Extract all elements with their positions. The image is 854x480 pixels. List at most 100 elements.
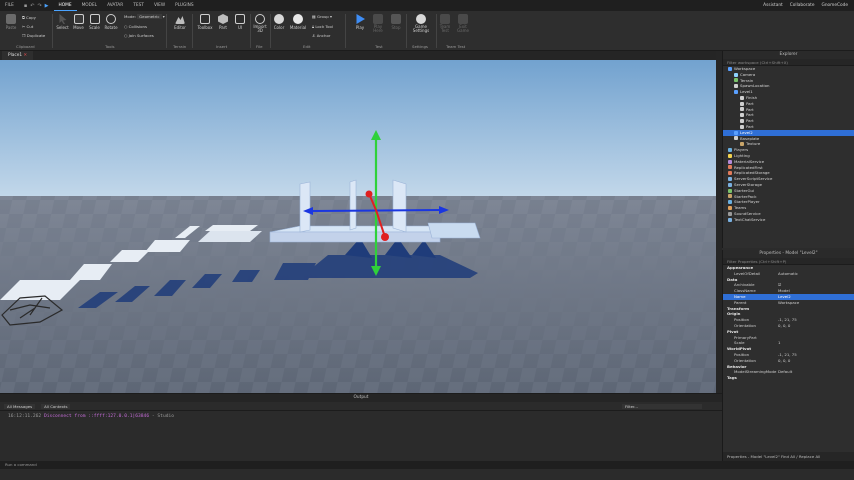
paste-button[interactable]: Paste — [3, 14, 19, 30]
collaborate-button[interactable]: Collaborate — [790, 3, 815, 8]
ribbon-separator — [406, 14, 407, 48]
3d-viewport[interactable] — [0, 60, 720, 393]
tab-model[interactable]: MODEL — [77, 0, 103, 11]
instance-icon — [728, 217, 732, 222]
chevron-down-icon: ▾ — [330, 14, 332, 19]
tab-plugins[interactable]: PLUGINS — [170, 0, 198, 11]
material-icon — [293, 14, 303, 24]
all-messages-dropdown[interactable]: All Messages — [4, 403, 36, 409]
anchor-icon: ⚓︎ — [312, 33, 316, 38]
instance-icon — [728, 177, 732, 182]
ribbon-separator — [270, 14, 271, 48]
toolbox-label: Toolbox — [197, 25, 213, 30]
undo-icon[interactable]: ↶ — [30, 3, 34, 9]
property-section[interactable]: Tags — [723, 375, 854, 381]
exit-game-label: Exit Game — [457, 24, 469, 34]
play-button[interactable]: Play — [352, 14, 368, 30]
rotate-button[interactable]: Rotate — [103, 14, 119, 30]
instance-icon — [728, 182, 732, 187]
instance-icon — [728, 159, 732, 164]
instance-icon — [728, 188, 732, 193]
stop-button[interactable]: Stop — [389, 14, 403, 30]
terrain-group-label: Terrain — [173, 44, 187, 49]
scale-label: Scale — [89, 25, 100, 30]
mode-value: Geometric — [137, 14, 162, 19]
tab-place1-label: Place1 — [8, 53, 23, 58]
game-settings-label: Game Settings — [412, 24, 430, 34]
collisions-toggle[interactable]: ○ Collisions — [124, 24, 147, 29]
properties-list: Appearance LevelOfDetail Automatic Data Arch… — [723, 265, 854, 381]
all-contexts-dropdown[interactable]: All Contexts — [41, 403, 71, 409]
duplicate-button[interactable]: ❐ Duplicate — [22, 33, 45, 38]
game-settings-button[interactable]: Game Settings — [410, 14, 432, 33]
material-button[interactable]: Material — [288, 14, 308, 30]
explorer-filter-input[interactable]: Filter workspace (Ctrl+Shift+X) — [723, 59, 854, 66]
material-label: Material — [289, 25, 307, 30]
explorer-tree: Workspace Camera Terrain SpawnLocation Level… — [723, 66, 854, 223]
properties-title: Properties - Model "Level2" — [723, 250, 854, 258]
output-filter-input[interactable]: Filter... — [622, 403, 702, 409]
scale-button[interactable]: Scale — [87, 14, 102, 30]
instance-icon — [728, 194, 732, 199]
exit-game-button[interactable]: Exit Game — [456, 14, 470, 33]
copy-icon: ⧉ — [22, 15, 25, 20]
cut-button[interactable]: ✂ Cut — [22, 24, 33, 29]
join-surfaces-toggle[interactable]: ○ Join Surfaces — [124, 33, 154, 38]
team-test-button[interactable]: Team Test — [438, 14, 452, 33]
command-bar-input[interactable]: Run a command — [0, 461, 854, 469]
team-test-icon — [440, 14, 450, 24]
stop-icon — [391, 14, 401, 24]
play-here-icon — [373, 14, 383, 24]
select-button[interactable]: Select — [55, 14, 70, 30]
close-icon[interactable]: ✕ — [24, 53, 28, 58]
lock-tool-label: Lock Tool — [315, 24, 333, 29]
instance-icon — [728, 148, 732, 153]
output-line: 16:12:11.262 Disconnect from ::ffff:127.… — [0, 411, 722, 422]
ribbon-separator — [192, 14, 193, 48]
lock-tool-button[interactable]: 🔒︎ Lock Tool — [312, 24, 333, 29]
document-tab-bar: Place1 ✕ — [0, 51, 722, 60]
user-button[interactable]: GnomeCode — [821, 3, 848, 8]
import3d-button[interactable]: Import 3D — [252, 14, 268, 33]
part-label: Part — [219, 25, 227, 30]
ribbon-separator — [345, 14, 346, 48]
file-menu[interactable]: FILE — [0, 0, 19, 11]
tab-place1[interactable]: Place1 ✕ — [2, 51, 34, 60]
tab-home[interactable]: HOME — [53, 0, 77, 11]
duplicate-icon: ❐ — [22, 33, 26, 38]
cursor-icon — [59, 14, 67, 24]
play-here-button[interactable]: Play Here — [370, 14, 386, 33]
part-button[interactable]: Part — [216, 14, 230, 30]
insert-group-label: Insert — [216, 44, 228, 49]
copy-button[interactable]: ⧉ Copy — [22, 15, 36, 20]
group-button[interactable]: ▦ Group ▾ — [312, 14, 332, 19]
move-button[interactable]: Move — [71, 14, 86, 30]
tab-avatar[interactable]: AVATAR — [102, 0, 128, 11]
import3d-label: Import 3D — [253, 24, 267, 34]
tab-test[interactable]: TEST — [128, 0, 149, 11]
terrain-editor-button[interactable]: Editor — [171, 14, 189, 30]
explorer-item[interactable]: TextChatService — [723, 217, 854, 223]
color-button[interactable]: Color — [272, 14, 286, 30]
toolbox-button[interactable]: Toolbox — [195, 14, 215, 30]
ribbon-separator — [250, 14, 251, 48]
collisions-label: Collisions — [128, 24, 147, 29]
ui-button[interactable]: UI — [233, 14, 247, 30]
studio-window: FILE ▪ ↶ ↷ ▶ HOME MODEL AVATAR TEST VIEW… — [0, 0, 854, 480]
rotate-label: Rotate — [104, 25, 118, 30]
output-context: - Studio — [151, 414, 175, 419]
instance-icon — [728, 153, 732, 158]
anchor-button[interactable]: ⚓︎ Anchor — [312, 33, 330, 38]
save-icon[interactable]: ▪ — [24, 3, 27, 9]
move-icon — [73, 14, 84, 24]
tab-view[interactable]: VIEW — [149, 0, 170, 11]
instance-icon — [740, 113, 744, 118]
assistant-button[interactable]: Assistant — [763, 3, 783, 8]
play-icon — [356, 14, 365, 24]
paste-icon — [6, 14, 16, 24]
properties-filter-input[interactable]: Filter Properties (Ctrl+Shift+P) — [723, 258, 854, 265]
redo-icon[interactable]: ↷ — [37, 3, 41, 9]
play-quick-icon[interactable]: ▶ — [45, 3, 49, 9]
mode-selector[interactable]: Mode: Geometric ▾ — [124, 14, 165, 19]
instance-icon — [728, 206, 732, 211]
